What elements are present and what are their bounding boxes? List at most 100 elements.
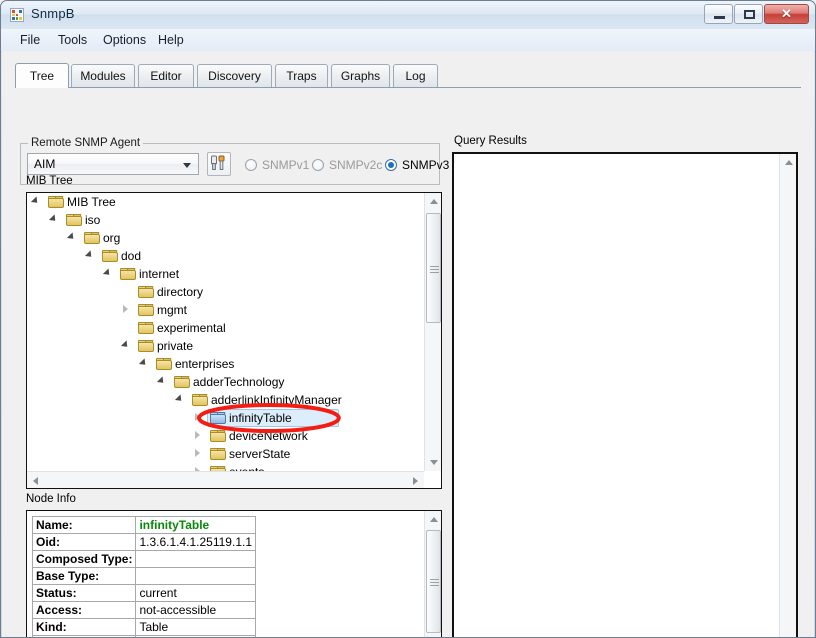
tree-node-label: adderlinkInfinityManager <box>211 393 342 407</box>
radio-snmpv2c-label: SNMPv2c <box>329 158 383 172</box>
tree-node-internet[interactable]: internet <box>27 265 423 283</box>
query-results-vscrollbar[interactable] <box>779 154 796 637</box>
menu-item-help[interactable]: Help <box>151 32 191 48</box>
expander-icon[interactable] <box>195 413 200 421</box>
expander-icon[interactable] <box>66 232 77 242</box>
tree-node-mgmt[interactable]: mgmt <box>27 301 423 319</box>
agent-settings-button[interactable] <box>207 152 231 176</box>
expander-icon[interactable] <box>138 358 149 368</box>
arrow-right-icon <box>413 477 418 485</box>
expander-icon[interactable] <box>195 449 200 457</box>
expander-icon[interactable] <box>195 431 200 439</box>
tree-node-label: infinityTable <box>229 411 292 425</box>
tree-node-MIB Tree[interactable]: MIB Tree <box>27 193 423 211</box>
tree-node-adderTechnology[interactable]: adderTechnology <box>27 373 423 391</box>
tree-node-label: events <box>229 463 264 471</box>
expander-icon[interactable] <box>30 196 41 206</box>
node-info-row: Composed Type: <box>31 550 256 568</box>
menu-item-tools[interactable]: Tools <box>51 32 94 48</box>
folder-icon <box>138 340 154 352</box>
node-vscroll-thumb[interactable] <box>426 530 441 633</box>
window-title: SnmpB <box>31 6 75 21</box>
folder-icon <box>84 232 100 244</box>
agent-select[interactable]: AIM <box>27 153 199 175</box>
mib-tree-vscrollbar[interactable] <box>424 193 441 471</box>
expander-icon[interactable] <box>48 214 59 224</box>
tree-node-private[interactable]: private <box>27 337 423 355</box>
expander-icon[interactable] <box>84 250 95 260</box>
scroll-left-button[interactable] <box>27 472 44 488</box>
folder-icon <box>138 286 154 298</box>
tree-node-events[interactable]: events <box>27 463 423 471</box>
tree-node-label: enterprises <box>175 357 235 371</box>
expander-icon[interactable] <box>102 268 113 278</box>
tab-editor[interactable]: Editor <box>138 64 194 87</box>
scroll-up-button[interactable] <box>425 193 441 210</box>
mib-tree-view[interactable]: MIB Tree iso org dod internet directory mgmt ex… <box>27 193 423 471</box>
menu-item-options[interactable]: Options <box>96 32 153 48</box>
node-info-panel: Name: infinityTable Oid: 1.3.6.1.4.1.25119.… <box>26 510 442 637</box>
expander-icon[interactable] <box>174 394 185 404</box>
node-info-value: infinityTable <box>135 516 256 534</box>
tree-node-adderlinkInfinityManager[interactable]: adderlinkInfinityManager <box>27 391 423 409</box>
node-info-value: Table <box>135 618 256 636</box>
node-info-key: Base Type: <box>31 567 137 585</box>
mib-tree-panel: MIB Tree iso org dod internet directory mgmt ex… <box>26 192 442 489</box>
tree-node-experimental[interactable]: experimental <box>27 319 423 337</box>
node-scroll-up-button[interactable] <box>425 511 441 528</box>
node-info-key: Composed Type: <box>31 550 137 568</box>
tree-node-label: org <box>103 231 121 245</box>
node-info-value: not-accessible <box>135 601 256 619</box>
qr-scroll-up-button[interactable] <box>780 154 796 171</box>
tab-tree[interactable]: Tree <box>15 63 69 88</box>
tree-node-iso[interactable]: iso <box>27 211 423 229</box>
radio-snmpv3-dot <box>385 159 397 171</box>
tree-node-deviceNetwork[interactable]: deviceNetwork <box>27 427 423 445</box>
tree-node-label: MIB Tree <box>67 195 116 209</box>
tab-discovery[interactable]: Discovery <box>197 64 272 87</box>
folder-icon <box>138 304 154 316</box>
tab-graphs[interactable]: Graphs <box>331 64 390 87</box>
expander-icon[interactable] <box>156 376 167 386</box>
tree-node-directory[interactable]: directory <box>27 283 423 301</box>
arrow-up-icon <box>785 160 793 165</box>
folder-icon <box>174 376 190 388</box>
folder-icon <box>210 430 226 442</box>
client-area: Tree Modules Editor Discovery Traps Grap… <box>2 51 814 637</box>
expander-icon[interactable] <box>123 305 128 313</box>
scroll-right-button[interactable] <box>407 472 424 488</box>
node-info-vscrollbar[interactable] <box>424 511 441 637</box>
tab-log[interactable]: Log <box>393 64 438 87</box>
tree-node-org[interactable]: org <box>27 229 423 247</box>
tree-node-label: deviceNetwork <box>229 429 308 443</box>
tree-node-label: serverState <box>229 447 291 461</box>
tree-node-label: mgmt <box>157 303 187 317</box>
tree-node-enterprises[interactable]: enterprises <box>27 355 423 373</box>
app-grid-icon <box>10 8 24 22</box>
menu-item-file[interactable]: File <box>13 32 47 48</box>
folder-icon <box>48 196 64 208</box>
tab-traps[interactable]: Traps <box>275 64 328 87</box>
radio-snmpv1-label: SNMPv1 <box>262 158 310 172</box>
tree-node-dod[interactable]: dod <box>27 247 423 265</box>
query-results-content[interactable] <box>454 154 779 637</box>
folder-icon <box>156 358 172 370</box>
node-info-value <box>135 567 256 585</box>
close-button[interactable]: ✕ <box>764 4 809 24</box>
expander-icon[interactable] <box>120 340 131 350</box>
scroll-down-button[interactable] <box>425 454 441 471</box>
vscroll-thumb[interactable] <box>426 213 441 323</box>
maximize-button[interactable] <box>734 4 763 24</box>
tab-modules[interactable]: Modules <box>71 64 135 87</box>
tree-node-infinityTable[interactable]: infinityTable <box>27 409 423 427</box>
wrench-screwdriver-icon <box>211 155 225 170</box>
mib-tree-hscrollbar[interactable] <box>27 471 424 488</box>
folder-icon <box>192 394 208 406</box>
folder-icon <box>138 322 154 334</box>
tree-node-serverState[interactable]: serverState <box>27 445 423 463</box>
maximize-icon <box>744 10 755 19</box>
node-info-row: Base Type: <box>31 567 256 585</box>
arrow-up-icon <box>430 517 438 522</box>
minimize-button[interactable] <box>704 4 733 24</box>
node-info-row: Kind: Table <box>31 618 256 636</box>
